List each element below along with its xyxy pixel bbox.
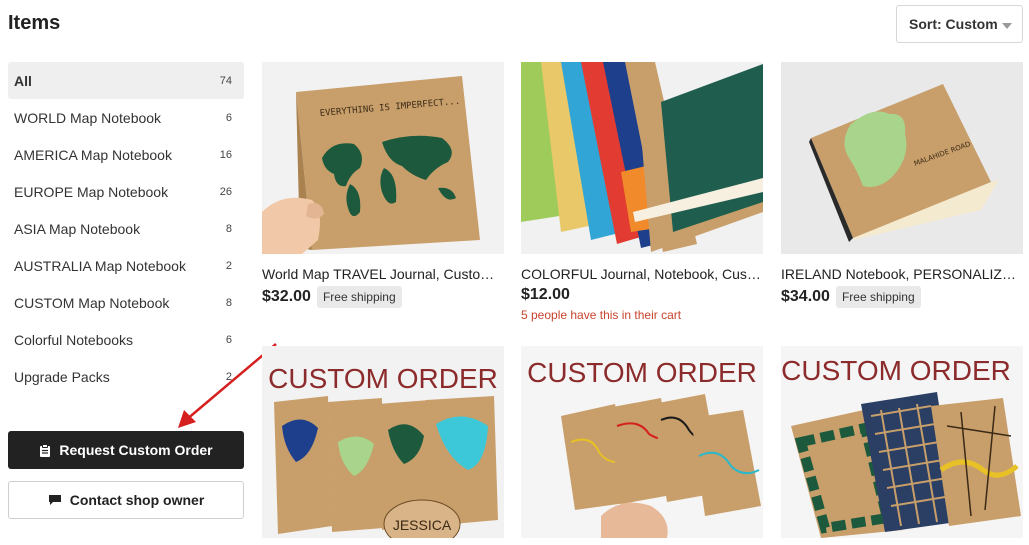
product-image[interactable]: EVERYTHING IS IMPERFECT... bbox=[262, 62, 504, 254]
sidebar-item-label: WORLD Map Notebook bbox=[14, 109, 162, 126]
sidebar-item-count: 74 bbox=[219, 74, 232, 87]
product-image[interactable] bbox=[521, 62, 763, 254]
sidebar-item-label: EUROPE Map Notebook bbox=[14, 183, 169, 200]
product-image[interactable]: CUSTOM ORDER JESSICA bbox=[262, 346, 504, 538]
sidebar-item-australia-map-notebook[interactable]: AUSTRALIA Map Notebook 2 bbox=[8, 247, 244, 284]
product-price: $34.00 bbox=[781, 288, 830, 305]
sidebar-item-count: 2 bbox=[225, 259, 232, 272]
chevron-down-icon bbox=[1002, 23, 1012, 29]
product-title[interactable]: IRELAND Notebook, PERSONALIZED Notebook bbox=[781, 266, 1023, 282]
sidebar-item-count: 6 bbox=[225, 111, 232, 124]
sidebar-item-count: 2 bbox=[225, 370, 232, 383]
product-card[interactable]: COLORFUL Journal, Notebook, Custom Noteb… bbox=[521, 62, 763, 322]
custom-order-banner: CUSTOM ORDER bbox=[268, 363, 498, 394]
product-card[interactable]: CUSTOM ORDER bbox=[521, 346, 763, 538]
sidebar-item-label: Colorful Notebooks bbox=[14, 331, 134, 348]
sidebar-item-count: 26 bbox=[219, 185, 232, 198]
custom-order-photo: CUSTOM ORDER JESSICA bbox=[262, 346, 504, 538]
product-title[interactable]: World Map TRAVEL Journal, Custom Noteboo… bbox=[262, 266, 504, 282]
clipboard-icon bbox=[40, 443, 51, 457]
cart-activity-note: 5 people have this in their cart bbox=[521, 308, 682, 322]
name-tag: JESSICA bbox=[393, 517, 452, 533]
request-custom-order-button[interactable]: Request Custom Order bbox=[8, 431, 244, 469]
sidebar-item-all[interactable]: All 74 bbox=[8, 62, 244, 99]
custom-order-banner: CUSTOM ORDER bbox=[781, 355, 1011, 386]
request-custom-order-label: Request Custom Order bbox=[59, 442, 213, 458]
sort-dropdown[interactable]: Sort: Custom bbox=[896, 5, 1023, 43]
contact-shop-owner-label: Contact shop owner bbox=[69, 492, 205, 508]
product-card[interactable]: EVERYTHING IS IMPERFECT... World Map TRA… bbox=[262, 62, 504, 308]
world-map-notebook-photo: EVERYTHING IS IMPERFECT... bbox=[262, 62, 504, 254]
sidebar-item-count: 6 bbox=[225, 333, 232, 346]
custom-order-banner: CUSTOM ORDER bbox=[527, 357, 757, 388]
free-shipping-badge: Free shipping bbox=[835, 286, 921, 308]
sidebar-item-count: 8 bbox=[225, 296, 232, 309]
product-image[interactable]: CUSTOM ORDER bbox=[521, 346, 763, 538]
sidebar-item-colorful-notebooks[interactable]: Colorful Notebooks 6 bbox=[8, 321, 244, 358]
sidebar-item-label: Upgrade Packs bbox=[14, 368, 110, 385]
sidebar-item-label: All bbox=[14, 72, 32, 89]
category-sidebar: All 74 WORLD Map Notebook 6 AMERICA Map … bbox=[8, 62, 244, 395]
sidebar-item-america-map-notebook[interactable]: AMERICA Map Notebook 16 bbox=[8, 136, 244, 173]
free-shipping-badge: Free shipping bbox=[316, 286, 402, 308]
page-title: Items bbox=[8, 12, 61, 34]
contact-shop-owner-button[interactable]: Contact shop owner bbox=[8, 481, 244, 519]
product-price: $12.00 bbox=[521, 286, 570, 303]
sidebar-item-europe-map-notebook[interactable]: EUROPE Map Notebook 26 bbox=[8, 173, 244, 210]
product-card[interactable]: CUSTOM ORDER bbox=[781, 346, 1023, 538]
sidebar-item-label: AUSTRALIA Map Notebook bbox=[14, 257, 186, 274]
sidebar-item-count: 8 bbox=[225, 222, 232, 235]
sort-label: Sort: Custom bbox=[909, 16, 998, 32]
sidebar-item-label: ASIA Map Notebook bbox=[14, 220, 141, 237]
custom-order-photo: CUSTOM ORDER bbox=[781, 346, 1023, 538]
sidebar-item-upgrade-packs[interactable]: Upgrade Packs 2 bbox=[8, 358, 244, 395]
sidebar-item-custom-map-notebook[interactable]: CUSTOM Map Notebook 8 bbox=[8, 284, 244, 321]
product-image[interactable]: MALAHIDE ROAD bbox=[781, 62, 1023, 254]
product-card[interactable]: MALAHIDE ROAD IRELAND Notebook, PERSONAL… bbox=[781, 62, 1023, 308]
sidebar-item-asia-map-notebook[interactable]: ASIA Map Notebook 8 bbox=[8, 210, 244, 247]
colorful-notebooks-photo bbox=[521, 62, 763, 254]
sidebar-item-count: 16 bbox=[219, 148, 232, 161]
sidebar-item-world-map-notebook[interactable]: WORLD Map Notebook 6 bbox=[8, 99, 244, 136]
product-price: $32.00 bbox=[262, 288, 311, 305]
product-card[interactable]: CUSTOM ORDER JESSICA bbox=[262, 346, 504, 538]
sidebar-item-label: AMERICA Map Notebook bbox=[14, 146, 172, 163]
product-title[interactable]: COLORFUL Journal, Notebook, Custom Noteb… bbox=[521, 266, 763, 282]
product-image[interactable]: CUSTOM ORDER bbox=[781, 346, 1023, 538]
custom-order-photo: CUSTOM ORDER bbox=[521, 346, 763, 538]
ireland-notebook-photo: MALAHIDE ROAD bbox=[781, 62, 1023, 254]
sidebar-item-label: CUSTOM Map Notebook bbox=[14, 294, 170, 311]
message-icon bbox=[48, 495, 61, 505]
